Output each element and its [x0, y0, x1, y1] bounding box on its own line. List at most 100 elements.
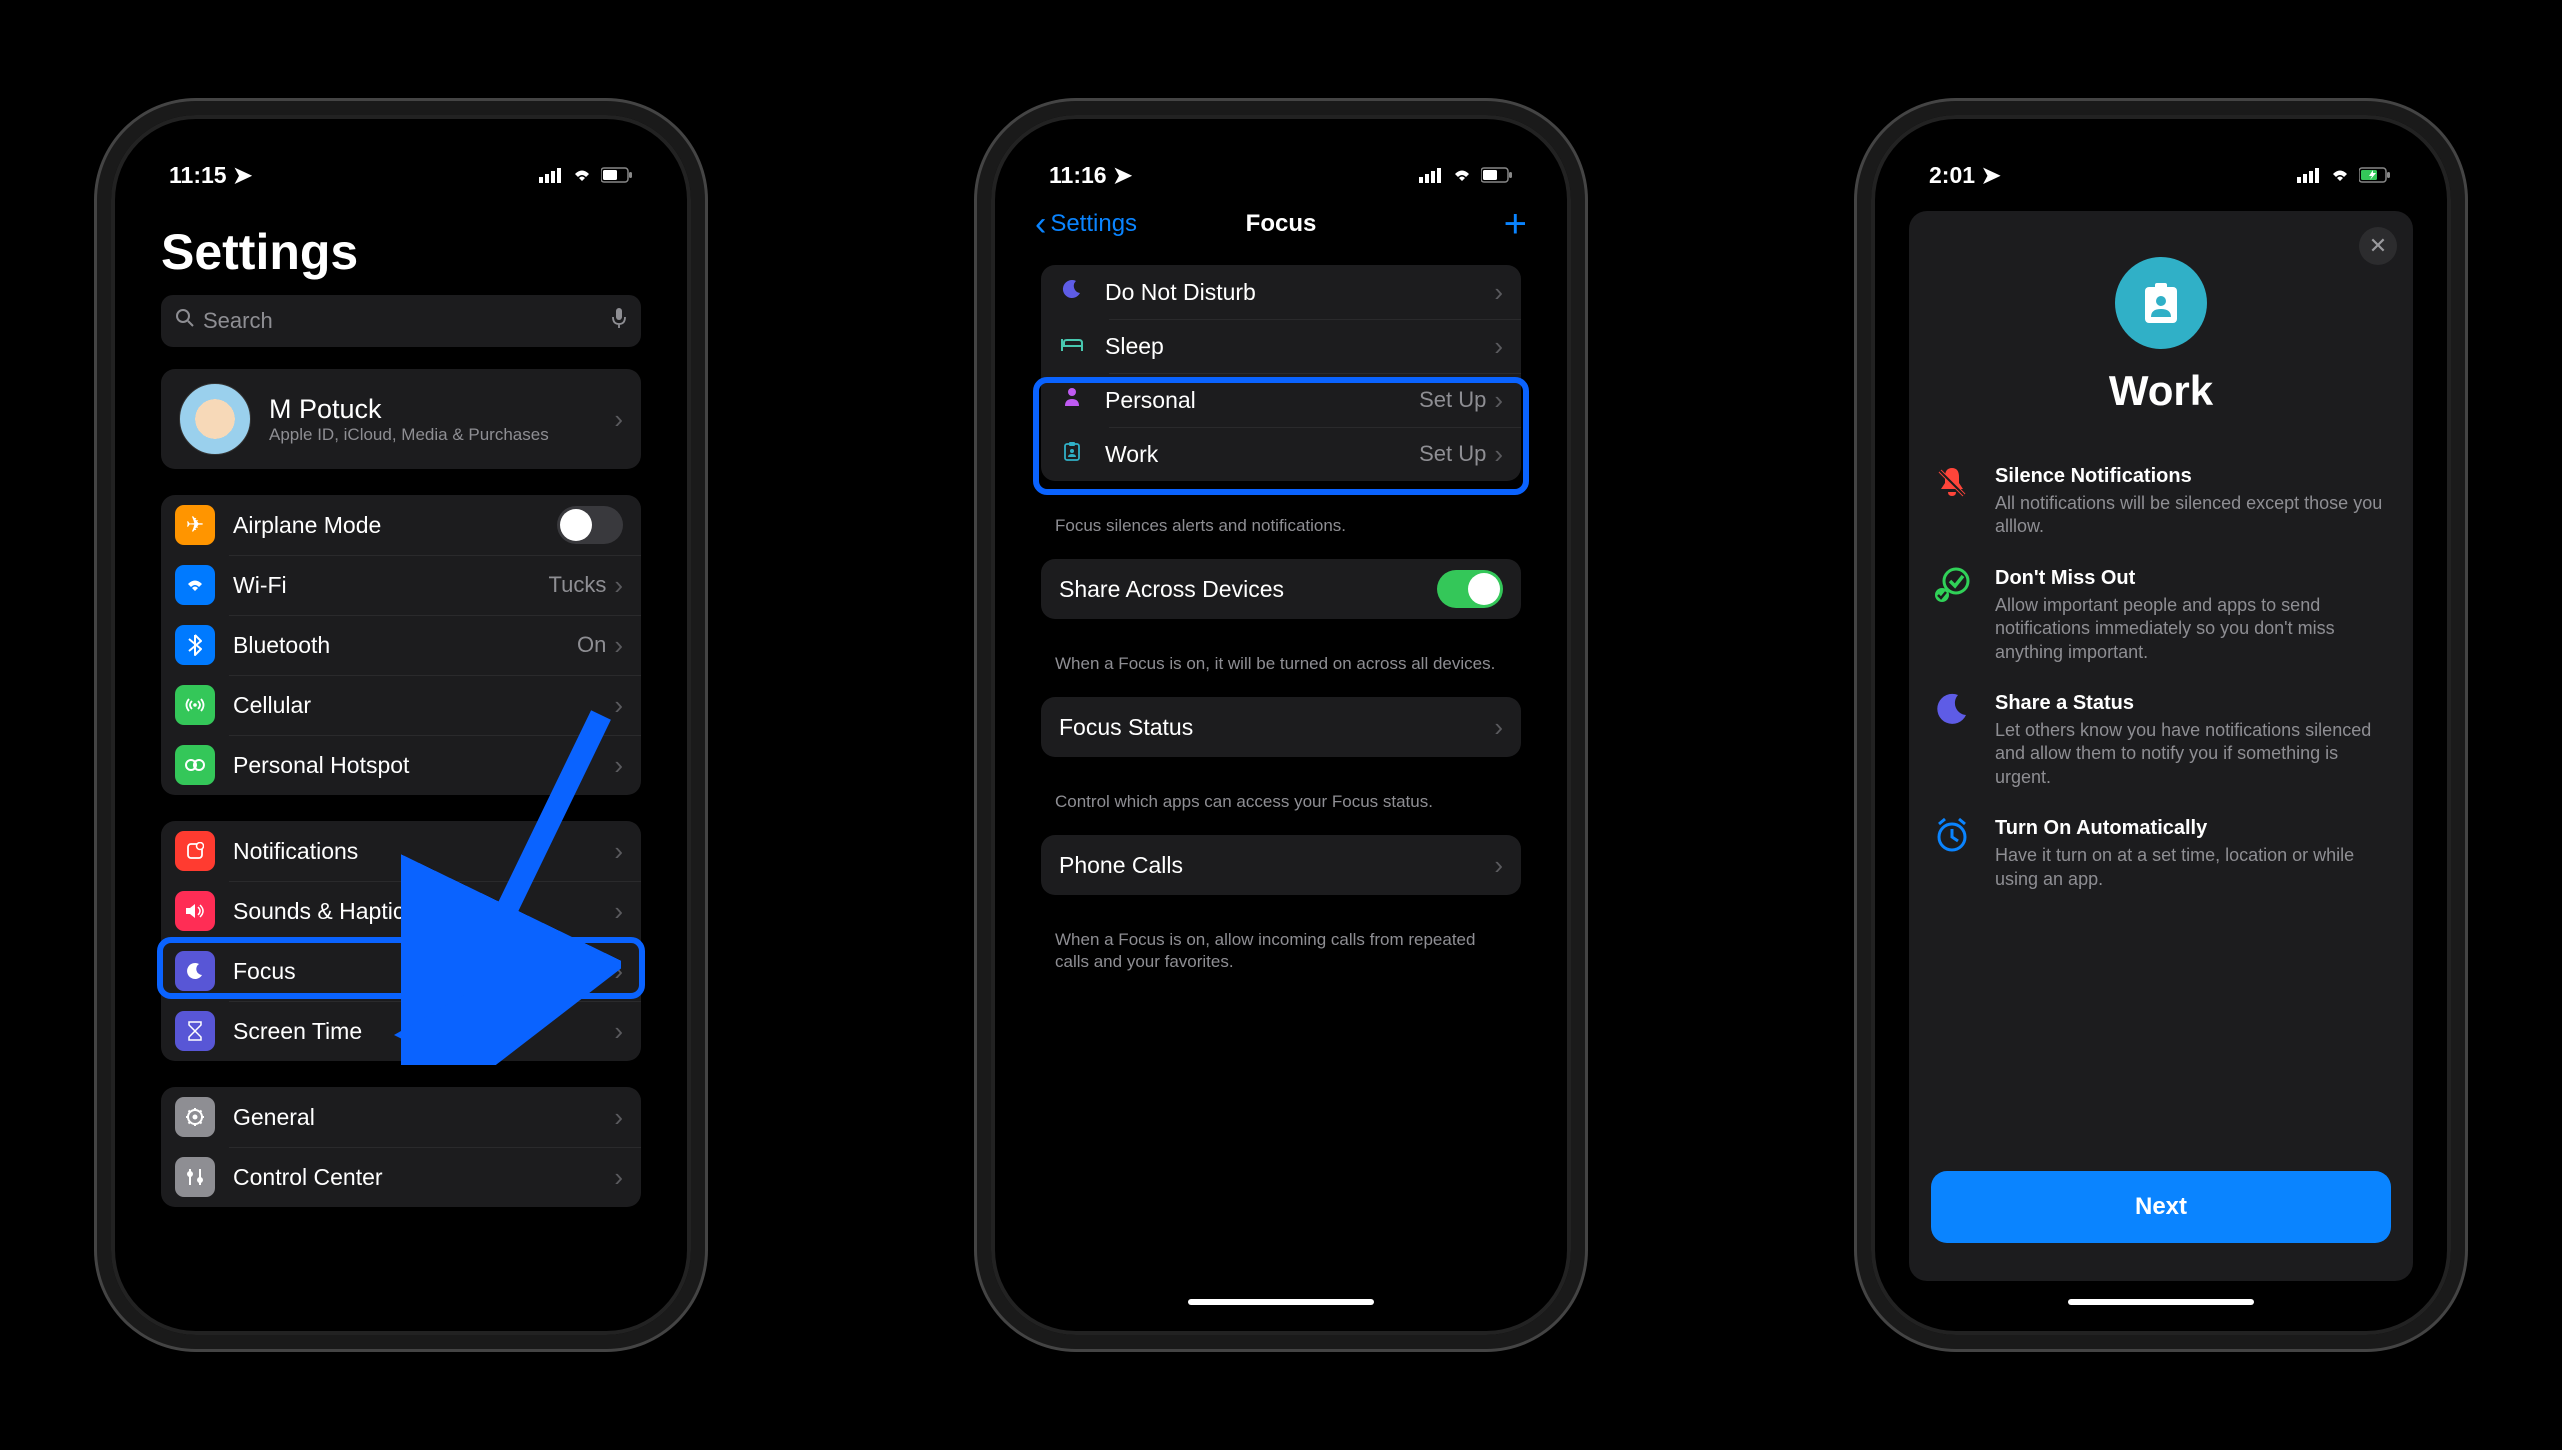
feature-title: Share a Status — [1995, 692, 2391, 715]
chevron-right-icon: › — [1494, 277, 1503, 308]
moon-icon — [1055, 279, 1089, 305]
wifi-settings-icon — [175, 565, 215, 605]
back-label: Settings — [1050, 210, 1137, 238]
sleep-row[interactable]: Sleep › — [1041, 319, 1521, 373]
share-toggle[interactable] — [1437, 570, 1503, 608]
controlcenter-row[interactable]: Control Center › — [161, 1147, 641, 1207]
location-icon: ➤ — [1113, 162, 1132, 188]
dnd-row[interactable]: Do Not Disturb › — [1041, 265, 1521, 319]
hotspot-icon — [175, 745, 215, 785]
share-footer: When a Focus is on, it will be turned on… — [1011, 645, 1551, 697]
back-button[interactable]: ‹Settings — [1035, 205, 1137, 244]
search-input[interactable]: Search — [161, 295, 641, 347]
signal-icon — [1419, 162, 1443, 189]
wifi-row[interactable]: Wi-Fi Tucks › — [161, 555, 641, 615]
cellular-icon — [175, 685, 215, 725]
calls-footer: When a Focus is on, allow incoming calls… — [1011, 921, 1551, 995]
work-action: Set Up — [1419, 441, 1486, 467]
modes-footer: Focus silences alerts and notifications. — [1011, 507, 1551, 559]
feature-title: Turn On Automatically — [1995, 817, 2391, 840]
location-icon: ➤ — [1981, 162, 2000, 188]
general-row[interactable]: General › — [161, 1087, 641, 1147]
general-label: General — [233, 1104, 614, 1131]
status-time: 11:16 — [1049, 162, 1107, 188]
apple-id-row[interactable]: M Potuck Apple ID, iCloud, Media & Purch… — [161, 369, 641, 469]
chevron-right-icon: › — [614, 1102, 623, 1133]
avatar — [179, 383, 251, 455]
focus-icon — [175, 951, 215, 991]
wifi-icon — [2329, 162, 2351, 189]
wifi-label: Wi-Fi — [233, 572, 548, 599]
alarm-icon — [1931, 817, 1973, 891]
bluetooth-row[interactable]: Bluetooth On › — [161, 615, 641, 675]
hotspot-label: Personal Hotspot — [233, 752, 614, 779]
phone-work-setup: 2:01 ➤ ✕ Work Silence Notifications — [1871, 115, 2451, 1335]
chevron-right-icon: › — [614, 836, 623, 867]
sounds-row[interactable]: Sounds & Haptics › — [161, 881, 641, 941]
moon-icon — [1931, 692, 1973, 789]
personal-action: Set Up — [1419, 387, 1486, 413]
hotspot-row[interactable]: Personal Hotspot › — [161, 735, 641, 795]
chevron-right-icon: › — [614, 1016, 623, 1047]
status-time: 11:15 — [169, 162, 227, 188]
phone-focus: 11:16 ➤ ‹Settings Focus + Do Not Disturb… — [991, 115, 1571, 1335]
share-label: Share Across Devices — [1059, 576, 1437, 603]
feature-dontmiss: Don't Miss Out Allow important people an… — [1931, 567, 2391, 664]
focus-label: Focus — [233, 958, 614, 985]
add-button[interactable]: + — [1504, 202, 1527, 247]
location-icon: ➤ — [233, 162, 252, 188]
next-button[interactable]: Next — [1931, 1171, 2391, 1243]
chevron-right-icon: › — [614, 690, 623, 721]
signal-icon — [2297, 162, 2321, 189]
wifi-value: Tucks — [548, 572, 606, 598]
home-indicator[interactable] — [2068, 1299, 2254, 1305]
controlcenter-icon — [175, 1157, 215, 1197]
calls-label: Phone Calls — [1059, 852, 1494, 879]
airplane-icon: ✈ — [175, 505, 215, 545]
notifications-group: Notifications › Sounds & Haptics › Focus… — [161, 821, 641, 1061]
work-row[interactable]: Work Set Up › — [1041, 427, 1521, 481]
notifications-icon — [175, 831, 215, 871]
status-group: Focus Status › — [1041, 697, 1521, 757]
mic-icon[interactable] — [611, 307, 627, 335]
feature-title: Don't Miss Out — [1995, 567, 2391, 590]
share-row[interactable]: Share Across Devices — [1041, 559, 1521, 619]
calls-row[interactable]: Phone Calls › — [1041, 835, 1521, 895]
feature-silence: Silence Notifications All notifications … — [1931, 465, 2391, 539]
chevron-right-icon: › — [1494, 331, 1503, 362]
chevron-right-icon: › — [614, 1162, 623, 1193]
airplane-toggle[interactable] — [557, 506, 623, 544]
status-row[interactable]: Focus Status › — [1041, 697, 1521, 757]
home-indicator[interactable] — [1188, 1299, 1374, 1305]
personal-row[interactable]: Personal Set Up › — [1041, 373, 1521, 427]
feature-body: Allow important people and apps to send … — [1995, 594, 2391, 664]
cellular-label: Cellular — [233, 692, 614, 719]
chevron-right-icon: › — [614, 404, 623, 435]
next-label: Next — [2135, 1193, 2187, 1221]
nav-bar: ‹Settings Focus + — [1011, 193, 1551, 255]
calls-group: Phone Calls › — [1041, 835, 1521, 895]
modal-title: Work — [1931, 367, 2391, 415]
notifications-row[interactable]: Notifications › — [161, 821, 641, 881]
airplane-row[interactable]: ✈ Airplane Mode — [161, 495, 641, 555]
sleep-label: Sleep — [1105, 333, 1494, 360]
badge-icon — [1055, 441, 1089, 467]
chevron-right-icon: › — [1494, 850, 1503, 881]
bell-slash-icon — [1931, 465, 1973, 539]
wifi-icon — [1451, 162, 1473, 189]
search-placeholder: Search — [203, 308, 611, 334]
feature-status: Share a Status Let others know you have … — [1931, 692, 2391, 789]
close-button[interactable]: ✕ — [2359, 227, 2397, 265]
controlcenter-label: Control Center — [233, 1164, 614, 1191]
focus-row[interactable]: Focus › — [161, 941, 641, 1001]
screentime-row[interactable]: Screen Time › — [161, 1001, 641, 1061]
share-group: Share Across Devices — [1041, 559, 1521, 619]
notch — [291, 135, 511, 171]
cellular-row[interactable]: Cellular › — [161, 675, 641, 735]
feature-auto: Turn On Automatically Have it turn on at… — [1931, 817, 2391, 891]
status-footer: Control which apps can access your Focus… — [1011, 783, 1551, 835]
profile-name: M Potuck — [269, 394, 614, 425]
notch — [2051, 135, 2271, 171]
signal-icon — [539, 162, 563, 189]
setup-modal: ✕ Work Silence Notifications All notific… — [1909, 211, 2413, 1281]
